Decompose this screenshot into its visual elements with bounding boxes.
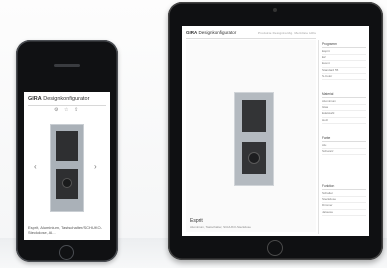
phone-speaker [54, 64, 80, 67]
sidebar-item[interactable]: Schwarz [322, 149, 366, 156]
phone-home-button [59, 245, 74, 260]
phone-star-icon[interactable]: ☆ [64, 107, 68, 113]
sidebar-section-funktion: Funktion Schalter Steckdose Dimmer Jalou… [322, 184, 366, 216]
tablet-preview-area: Esprit Aluminium, Tastschalter, SCHUKO-S… [186, 40, 316, 232]
tablet-sidebar: Programm Esprit E2 Event Standard 55 S-C… [318, 40, 367, 234]
tablet-product-description: Aluminium, Tastschalter, SCHUKO-Steckdos… [190, 225, 251, 229]
sidebar-section-programm: Programm Esprit E2 Event Standard 55 S-C… [322, 42, 366, 80]
tablet-top-nav[interactable]: Produkte Designkonfig. Merkliste Hilfe [258, 31, 316, 35]
tablet-rocker-switch [242, 100, 266, 132]
phone-switch-frame [50, 124, 84, 212]
phone-socket-outlet [62, 178, 72, 188]
tablet-camera [273, 8, 277, 12]
phone-app-header: GIRA Designkonfigurator [28, 96, 89, 102]
sidebar-item[interactable]: S-Color [322, 74, 366, 80]
tablet-home-button [267, 240, 283, 256]
tablet-product-title: Esprit [190, 218, 203, 224]
tablet-socket [242, 142, 266, 174]
phone-prev-arrow-icon[interactable]: ‹ [34, 162, 37, 171]
sidebar-section-material: Material Aluminium Glas Edelstahl Holz [322, 92, 366, 124]
sidebar-item[interactable]: Jalousie [322, 210, 366, 216]
phone-rocker-switch [56, 131, 78, 161]
tablet-app-name: Designkonfigurator [198, 30, 237, 35]
phone-settings-icon[interactable]: ⚙ [54, 107, 58, 113]
smartphone-device: GIRA Designkonfigurator ⚙ ☆ ⇪ ‹ › Esprit… [16, 40, 118, 262]
tablet-socket-outlet [248, 152, 260, 164]
tablet-switch-frame [234, 92, 274, 186]
tablet-logo: GIRA [186, 30, 198, 35]
tablet-app-header: GIRA Designkonfigurator [186, 30, 236, 35]
phone-logo: GIRA [28, 96, 42, 102]
phone-socket [56, 169, 78, 199]
tablet-header-divider [186, 38, 316, 39]
phone-toolbar[interactable]: ⚙ ☆ ⇪ [54, 107, 78, 113]
tablet-device: GIRA Designkonfigurator Produkte Designk… [168, 2, 383, 260]
sidebar-item[interactable]: Holz [322, 118, 366, 124]
tablet-screen: GIRA Designkonfigurator Produkte Designk… [182, 26, 369, 236]
phone-app-name: Designkonfigurator [43, 96, 90, 102]
phone-next-arrow-icon[interactable]: › [94, 162, 97, 171]
phone-share-icon[interactable]: ⇪ [74, 107, 78, 113]
phone-product-caption: Esprit, Aluminium, Tastschalter/SCHUKO-S… [28, 225, 102, 235]
sidebar-section-farbe: Farbe Alu Schwarz [322, 136, 366, 156]
phone-screen: GIRA Designkonfigurator ⚙ ☆ ⇪ ‹ › Esprit… [24, 92, 110, 240]
